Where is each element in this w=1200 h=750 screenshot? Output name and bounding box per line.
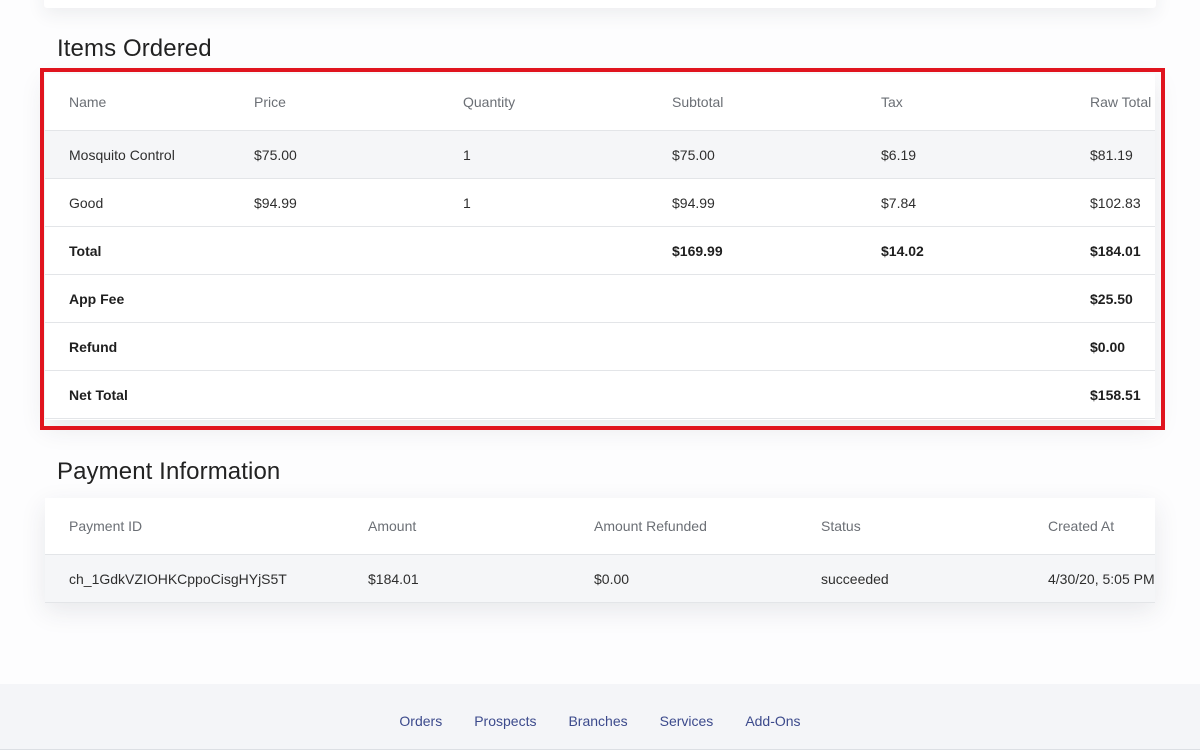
column-header-subtotal: Subtotal xyxy=(648,74,857,131)
footer-link-orders[interactable]: Orders xyxy=(399,713,442,729)
payment-id: ch_1GdkVZIOHKCppoCisgHYjS5T xyxy=(45,554,344,603)
items-ordered-table: Name Price Quantity Subtotal Tax Raw Tot… xyxy=(45,74,1155,419)
net-total-value: $158.51 xyxy=(1066,370,1155,419)
total-tax: $14.02 xyxy=(857,226,1066,275)
column-header-price: Price xyxy=(230,74,439,131)
column-header-created-at: Created At xyxy=(1024,498,1155,555)
footer-link-services[interactable]: Services xyxy=(660,713,714,729)
net-total-label: Net Total xyxy=(45,370,230,419)
item-price: $75.00 xyxy=(230,130,439,179)
refund-value: $0.00 xyxy=(1066,322,1155,371)
items-ordered-title: Items Ordered xyxy=(57,35,212,62)
column-header-name: Name xyxy=(45,74,230,131)
net-total-row: Net Total $158.51 xyxy=(45,370,1155,419)
item-price: $94.99 xyxy=(230,178,439,227)
column-header-amount-refunded: Amount Refunded xyxy=(570,498,797,555)
table-header-row: Name Price Quantity Subtotal Tax Raw Tot… xyxy=(45,74,1155,131)
app-fee-value: $25.50 xyxy=(1066,274,1155,323)
item-raw-total: $81.19 xyxy=(1066,130,1155,179)
column-header-amount: Amount xyxy=(344,498,570,555)
payment-status: succeeded xyxy=(797,554,1024,603)
table-row: Mosquito Control $75.00 1 $75.00 $6.19 $… xyxy=(45,130,1155,179)
footer-nav: Orders Prospects Branches Services Add-O… xyxy=(0,713,1200,729)
total-label: Total xyxy=(45,226,230,275)
total-row: Total $169.99 $14.02 $184.01 xyxy=(45,226,1155,275)
footer: Orders Prospects Branches Services Add-O… xyxy=(0,684,1200,750)
item-subtotal: $75.00 xyxy=(648,130,857,179)
item-tax: $6.19 xyxy=(857,130,1066,179)
item-raw-total: $102.83 xyxy=(1066,178,1155,227)
footer-link-branches[interactable]: Branches xyxy=(568,713,627,729)
item-name: Mosquito Control xyxy=(45,130,230,179)
app-fee-label: App Fee xyxy=(45,274,230,323)
table-header-row: Payment ID Amount Amount Refunded Status… xyxy=(45,498,1155,555)
total-raw-total: $184.01 xyxy=(1066,226,1155,275)
column-header-tax: Tax xyxy=(857,74,1066,131)
items-ordered-card: Name Price Quantity Subtotal Tax Raw Tot… xyxy=(45,74,1155,420)
item-tax: $7.84 xyxy=(857,178,1066,227)
payment-amount: $184.01 xyxy=(344,554,570,603)
column-header-raw-total: Raw Total xyxy=(1066,74,1155,131)
refund-row: Refund $0.00 xyxy=(45,322,1155,371)
payment-information-card: Payment ID Amount Amount Refunded Status… xyxy=(45,498,1155,603)
item-subtotal: $94.99 xyxy=(648,178,857,227)
item-name: Good xyxy=(45,178,230,227)
column-header-status: Status xyxy=(797,498,1024,555)
footer-link-add-ons[interactable]: Add-Ons xyxy=(745,713,800,729)
payment-information-table: Payment ID Amount Amount Refunded Status… xyxy=(45,498,1155,603)
total-subtotal: $169.99 xyxy=(648,226,857,275)
app-fee-row: App Fee $25.50 xyxy=(45,274,1155,323)
footer-link-prospects[interactable]: Prospects xyxy=(474,713,536,729)
item-quantity: 1 xyxy=(439,130,648,179)
previous-card-bottom xyxy=(44,0,1156,8)
payment-information-title: Payment Information xyxy=(57,458,281,485)
column-header-quantity: Quantity xyxy=(439,74,648,131)
payment-created-at: 4/30/20, 5:05 PM xyxy=(1024,554,1155,603)
payment-amount-refunded: $0.00 xyxy=(570,554,797,603)
table-row: Good $94.99 1 $94.99 $7.84 $102.83 xyxy=(45,178,1155,227)
refund-label: Refund xyxy=(45,322,230,371)
table-row: ch_1GdkVZIOHKCppoCisgHYjS5T $184.01 $0.0… xyxy=(45,554,1155,603)
item-quantity: 1 xyxy=(439,178,648,227)
column-header-payment-id: Payment ID xyxy=(45,498,344,555)
